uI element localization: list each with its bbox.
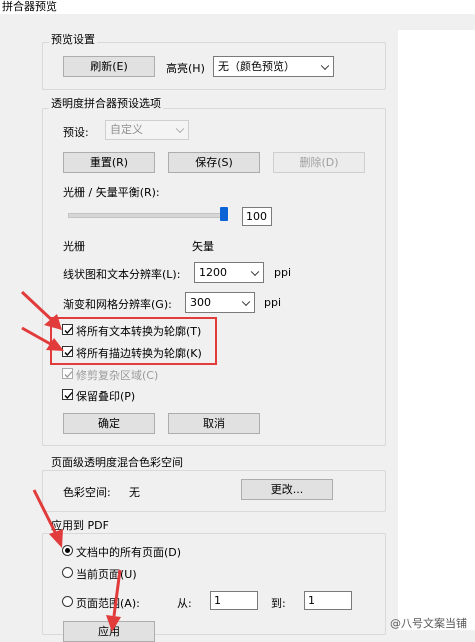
preset-select-value: 自定义 — [110, 123, 143, 136]
from-label: 从: — [177, 597, 192, 610]
chevron-down-icon — [241, 297, 251, 306]
annotation-arrow-icon — [20, 290, 64, 351]
line-art-resolution-select[interactable]: 1200 — [194, 262, 264, 283]
line-art-resolution-value: 1200 — [199, 266, 227, 279]
chevron-down-icon — [250, 267, 260, 276]
raster-label: 光栅 — [63, 240, 85, 253]
balance-value-input[interactable]: 100 — [242, 207, 272, 226]
color-space-value: 无 — [129, 486, 140, 499]
to-label: 到: — [271, 597, 286, 610]
change-color-space-button[interactable]: 更改... — [241, 479, 333, 500]
gradient-resolution-value: 300 — [190, 296, 211, 309]
preset-select[interactable]: 自定义 — [105, 120, 189, 140]
annotation-arrow-icon — [32, 489, 63, 548]
preserve-overprint-label[interactable]: 保留叠印(P) — [76, 388, 135, 404]
balance-slider-thumb[interactable] — [220, 207, 228, 221]
current-page-radio[interactable] — [62, 567, 73, 578]
all-pages-label[interactable]: 文档中的所有页面(D) — [76, 544, 181, 560]
color-space-label: 色彩空间: — [63, 486, 111, 499]
highlight-select[interactable]: 无（颜色预览） — [213, 56, 334, 77]
gradient-resolution-label: 渐变和网格分辨率(G): — [63, 298, 172, 311]
raster-vector-balance-label: 光栅 / 矢量平衡(R): — [63, 186, 160, 199]
chevron-down-icon — [320, 61, 330, 70]
window-title: 拼合器预览 — [2, 0, 57, 13]
vector-label: 矢量 — [192, 240, 214, 253]
page-range-radio[interactable] — [62, 596, 73, 607]
reset-button[interactable]: 重置(R) — [63, 152, 155, 173]
preview-canvas — [398, 30, 475, 630]
save-button[interactable]: 保存(S) — [168, 152, 260, 173]
preview-settings-legend: 预览设置 — [49, 33, 97, 47]
refresh-button[interactable]: 刷新(E) — [63, 56, 155, 77]
clip-complex-label: 修剪复杂区域(C) — [76, 369, 159, 382]
checkmark-icon — [64, 371, 73, 378]
preset-label: 预设: — [63, 126, 89, 139]
annotation-arrow-icon — [106, 569, 122, 632]
line-art-unit: ppi — [274, 266, 292, 279]
annotation-highlight-box — [50, 317, 217, 365]
title-bar: 拼合器预览 — [0, 0, 475, 14]
gradient-resolution-select[interactable]: 300 — [185, 292, 255, 313]
balance-slider-track[interactable] — [68, 213, 226, 218]
highlight-label: 高亮(H) — [166, 62, 205, 75]
watermark: @八号文案当铺 — [390, 617, 467, 630]
transparency-preset-legend: 透明度拼合器预设选项 — [49, 97, 163, 111]
clip-complex-checkbox[interactable] — [62, 368, 73, 379]
delete-button[interactable]: 删除(D) — [273, 152, 365, 173]
ok-button[interactable]: 确定 — [63, 413, 155, 434]
chevron-down-icon — [175, 124, 185, 134]
gradient-unit: ppi — [264, 296, 282, 309]
to-page-input[interactable]: 1 — [304, 591, 352, 610]
highlight-select-value: 无（颜色预览） — [218, 60, 295, 73]
line-art-resolution-label: 线状图和文本分辨率(L): — [63, 268, 181, 281]
cancel-button[interactable]: 取消 — [168, 413, 260, 434]
from-page-input[interactable]: 1 — [210, 591, 258, 610]
preserve-overprint-checkbox[interactable] — [62, 389, 73, 400]
checkmark-icon — [64, 392, 73, 399]
color-space-legend: 页面级透明度混合色彩空间 — [49, 456, 185, 470]
